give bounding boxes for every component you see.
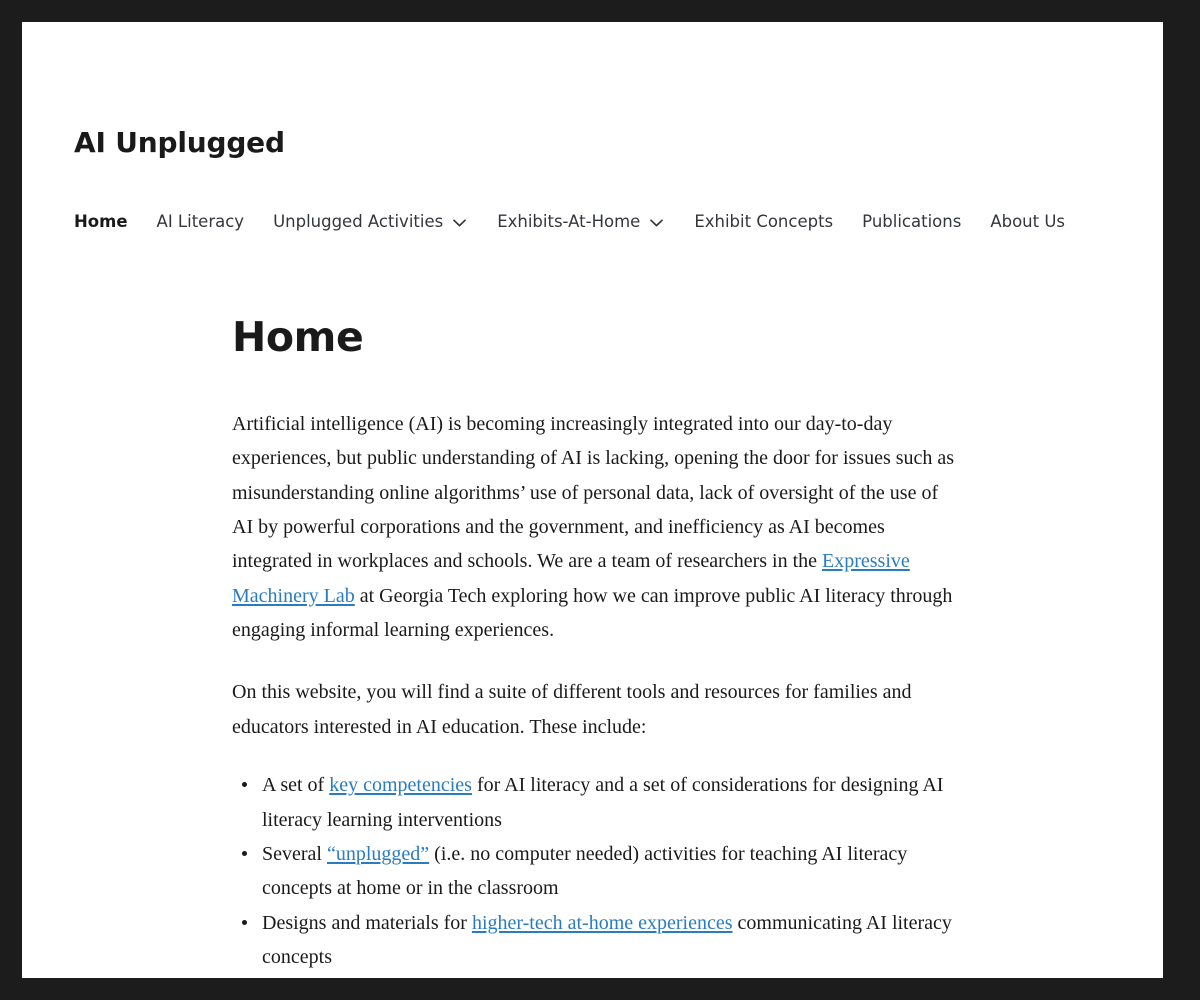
nav-link-exhibit-concepts[interactable]: Exhibit Concepts (694, 214, 833, 231)
site-title[interactable]: AI Unplugged (22, 22, 285, 160)
nav-link-about-us[interactable]: About Us (990, 214, 1065, 231)
nav-link-unplugged-activities[interactable]: Unplugged Activities (273, 214, 443, 231)
nav-item-exhibits-at-home[interactable]: Exhibits-At-Home (497, 214, 665, 232)
nav-link-ai-literacy[interactable]: AI Literacy (157, 214, 245, 231)
main-content: Home Artificial intelligence (AI) is bec… (22, 232, 1163, 978)
chevron-down-icon[interactable] (647, 214, 665, 232)
list-item: Designs and materials for higher-tech at… (242, 906, 957, 975)
intro-paragraph-text-1: Artificial intelligence (AI) is becoming… (232, 412, 955, 573)
unplugged-link[interactable]: “unplugged” (327, 843, 429, 865)
list-item-text-1: Several (262, 843, 327, 866)
nav-list: Home AI Literacy Unplugged Activities Ex… (74, 214, 1163, 232)
list-item-text-1: Designs and materials for (262, 911, 472, 934)
list-item: Several “unplugged” (i.e. no computer ne… (242, 837, 957, 906)
website-overview-paragraph: On this website, you will find a suite o… (232, 681, 912, 738)
nav-item-ai-literacy[interactable]: AI Literacy (157, 214, 245, 231)
resources-list: A set of key competencies for AI literac… (232, 768, 957, 978)
site-header: AI Unplugged (22, 22, 1163, 160)
page-viewport: AI Unplugged Home AI Literacy Unplugged … (22, 22, 1163, 978)
list-item: Design sketches for larger-scale AI lite… (262, 975, 957, 978)
list-item-text-1: A set of (262, 774, 330, 797)
page-title: Home (232, 312, 364, 361)
nav-link-exhibits-at-home[interactable]: Exhibits-At-Home (497, 214, 640, 231)
nav-item-unplugged-activities[interactable]: Unplugged Activities (273, 214, 468, 232)
nav-item-home[interactable]: Home (74, 214, 128, 231)
nav-item-exhibit-concepts[interactable]: Exhibit Concepts (694, 214, 833, 231)
chevron-down-icon[interactable] (450, 214, 468, 232)
nav-item-publications[interactable]: Publications (862, 214, 961, 231)
key-competencies-link[interactable]: key competencies (329, 774, 472, 796)
intro-paragraph: Artificial intelligence (AI) is becoming… (232, 407, 957, 648)
primary-navigation: Home AI Literacy Unplugged Activities Ex… (22, 160, 1163, 232)
higher-tech-at-home-experiences-link[interactable]: higher-tech at-home experiences (472, 912, 733, 934)
nav-link-publications[interactable]: Publications (862, 214, 961, 231)
list-item: A set of key competencies for AI literac… (242, 768, 957, 837)
nav-link-home[interactable]: Home (74, 214, 128, 231)
nav-item-about-us[interactable]: About Us (990, 214, 1065, 231)
entry-content: Artificial intelligence (AI) is becoming… (232, 407, 957, 978)
